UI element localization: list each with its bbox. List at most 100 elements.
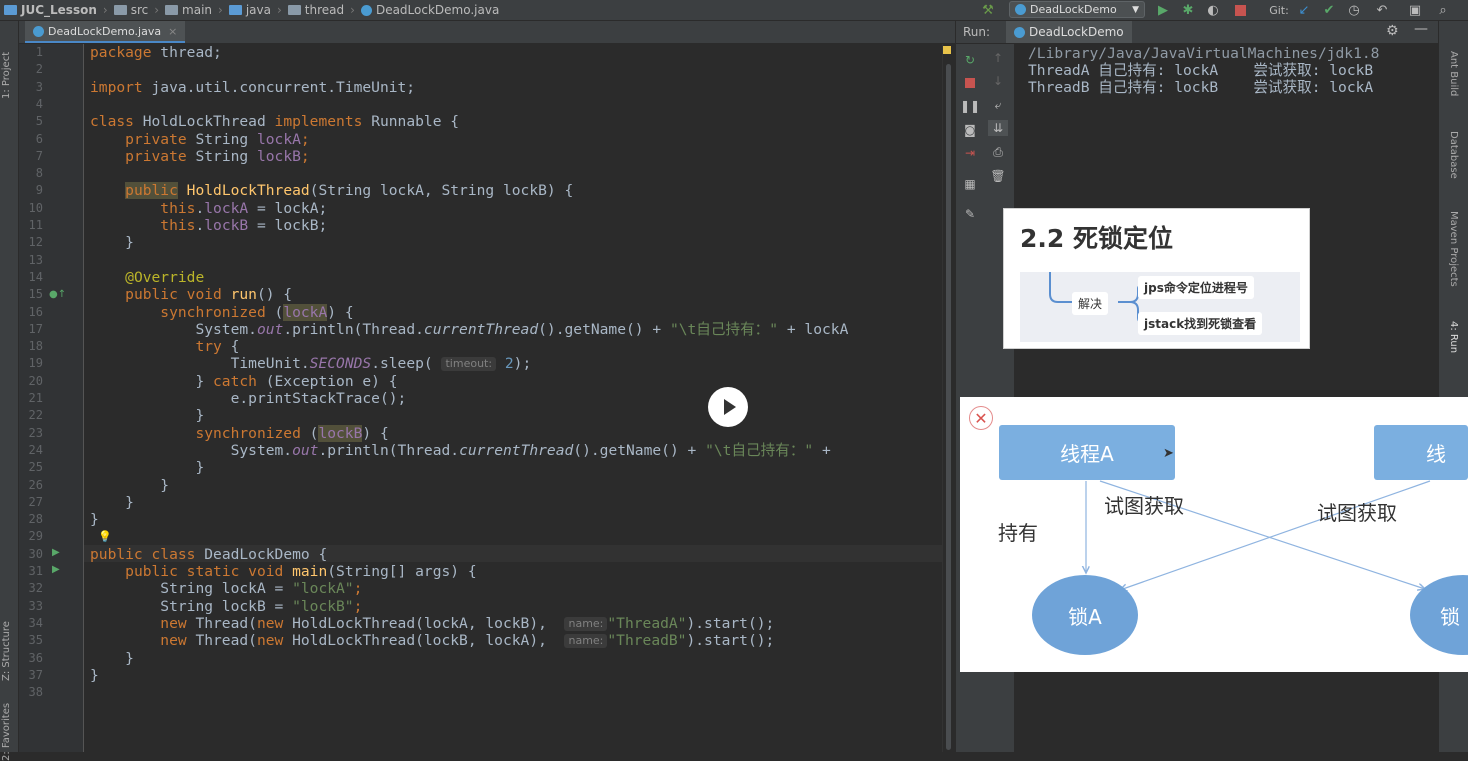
mindmap: 解决 jps命令定位进程号 jstack找到死锁查看	[1020, 272, 1300, 342]
breadcrumb-java[interactable]: java ›	[228, 0, 282, 20]
history-icon[interactable]: ◷	[1346, 0, 1362, 20]
video-play-button[interactable]	[708, 387, 748, 427]
code-token: "ThreadB"	[607, 632, 687, 650]
project-structure-icon[interactable]: ▣	[1406, 0, 1424, 20]
editor-scrollbar[interactable]	[942, 44, 956, 752]
run-main-gutter-icon[interactable]: ▶	[52, 564, 60, 575]
code-token: ).start();	[686, 614, 775, 632]
settings-gear-icon[interactable]: ⚙	[1386, 23, 1399, 39]
minimize-icon[interactable]: —	[1414, 21, 1428, 37]
code-line-18: try {	[90, 338, 239, 355]
line-number: 1	[35, 45, 43, 59]
code-token: (String[] args) {	[327, 563, 477, 580]
lightbulb-icon[interactable]: 💡	[98, 530, 112, 543]
breadcrumb-project[interactable]: JUC_Lesson ›	[4, 0, 108, 20]
maven-tool-button[interactable]: Maven Projects	[1448, 211, 1459, 287]
code-token: catch	[213, 372, 257, 390]
code-token: Thread(	[186, 614, 257, 632]
code-token: lockA	[256, 130, 301, 148]
close-icon[interactable]: ×	[168, 25, 177, 38]
run-tab[interactable]: DeadLockDemo	[1006, 21, 1132, 43]
line-number: 2	[35, 62, 43, 77]
breadcrumb-label: src	[130, 3, 149, 17]
search-icon[interactable]: ⌕	[1434, 0, 1452, 20]
line-number: 29	[28, 529, 43, 544]
breadcrumb-thread[interactable]: thread ›	[287, 0, 355, 20]
stop-icon[interactable]	[962, 75, 978, 91]
ant-build-tool-button[interactable]: Ant Build	[1448, 51, 1459, 96]
folder-icon	[165, 5, 179, 15]
line-number: 35	[28, 633, 43, 648]
line-number: 24	[28, 442, 43, 457]
code-token: +	[813, 441, 831, 459]
scroll-thumb[interactable]	[946, 64, 951, 750]
line-number: 37	[28, 667, 43, 682]
database-tool-button[interactable]: Database	[1448, 131, 1459, 179]
breadcrumb-file[interactable]: DeadLockDemo.java	[360, 0, 499, 20]
mindmap-root-node: 解决	[1072, 292, 1109, 315]
coverage-icon[interactable]: ◐	[1205, 0, 1221, 20]
run-class-gutter-icon[interactable]: ▶	[52, 547, 60, 558]
code-token: ;	[353, 597, 363, 615]
line-number: 30	[28, 546, 43, 561]
pin-icon[interactable]: ✎	[962, 206, 978, 222]
favorites-tool-button[interactable]: 2: Favorites	[1, 703, 12, 761]
code-line-9: public HoldLockThread(String lockA, Stri…	[90, 182, 573, 200]
code-line-36: }	[90, 650, 134, 667]
code-editor[interactable]: 💡 package thread; import java.util.concu…	[84, 44, 942, 752]
code-token: package	[90, 44, 152, 61]
revert-icon[interactable]: ↶	[1374, 0, 1390, 20]
lock-a-node: 锁A	[1032, 575, 1138, 655]
code-line-14: @Override	[90, 269, 204, 286]
code-token: @Override	[125, 268, 205, 286]
code-token: {	[221, 338, 240, 356]
trash-icon[interactable]: 🗑	[990, 168, 1006, 184]
warning-stripe-icon[interactable]	[943, 46, 951, 54]
line-number: 19	[28, 356, 43, 371]
line-number: 32	[28, 581, 43, 596]
project-tool-button[interactable]: 1: Project	[1, 52, 12, 99]
code-token: public	[90, 545, 143, 563]
exit-icon[interactable]: ⇥	[962, 145, 978, 161]
soft-wrap-icon[interactable]: ⤶	[990, 97, 1006, 113]
code-token: ) {	[362, 424, 389, 442]
structure-tool-button[interactable]: Z: Structure	[1, 621, 12, 681]
code-line-16: synchronized (lockA) {	[90, 303, 354, 321]
breadcrumb-src[interactable]: src ›	[113, 0, 159, 20]
editor-tab-label: DeadLockDemo.java	[48, 24, 162, 38]
code-line-15: public void run() {	[90, 286, 292, 303]
code-token: String	[186, 147, 257, 165]
run-icon[interactable]: ▶	[1155, 0, 1171, 20]
code-line-17: System.out.println(Thread.currentThread(…	[90, 321, 848, 338]
print-icon[interactable]: ⎙	[990, 144, 1006, 160]
run-config-select[interactable]: DeadLockDemo ▼	[1009, 1, 1145, 18]
breadcrumb-separator: ›	[276, 3, 282, 17]
down-arrow-icon[interactable]: ↓	[990, 73, 1006, 89]
project-folder-icon	[4, 5, 17, 15]
git-commit-icon[interactable]: ✔	[1321, 0, 1337, 20]
pause-icon[interactable]: ❚❚	[960, 98, 980, 114]
editor-tab-deadlockdemo[interactable]: DeadLockDemo.java ×	[25, 21, 186, 43]
layout-icon[interactable]: ▦	[962, 176, 978, 192]
override-marker-icon[interactable]: ●↑	[49, 289, 66, 300]
try-acquire-label: 试图获取	[1104, 494, 1184, 518]
code-token: {	[309, 545, 328, 563]
code-token: HoldLockThread	[133, 113, 275, 131]
debug-icon[interactable]: ✱	[1180, 0, 1196, 20]
code-token: new	[256, 632, 284, 650]
breadcrumb-main[interactable]: main ›	[165, 0, 223, 20]
git-update-icon[interactable]: ↙	[1296, 0, 1312, 20]
line-number: 5	[35, 114, 43, 129]
rerun-icon[interactable]: ↻	[962, 52, 978, 68]
code-token: new	[160, 632, 187, 650]
camera-icon[interactable]: ◙	[962, 122, 978, 138]
run-tool-button[interactable]: 4: Run	[1448, 321, 1459, 353]
build-hammer-icon[interactable]: ⚒	[980, 0, 996, 20]
code-token: lockB	[256, 147, 301, 165]
mindmap-child-node: jps命令定位进程号	[1138, 276, 1254, 299]
favorites-tool-label: 2: Favorites	[1, 702, 12, 761]
up-arrow-icon[interactable]: ↑	[990, 50, 1006, 66]
stop-icon[interactable]	[1232, 0, 1248, 20]
scroll-to-end-icon[interactable]: ⇊	[988, 120, 1008, 136]
close-icon[interactable]: ✕	[969, 406, 993, 430]
